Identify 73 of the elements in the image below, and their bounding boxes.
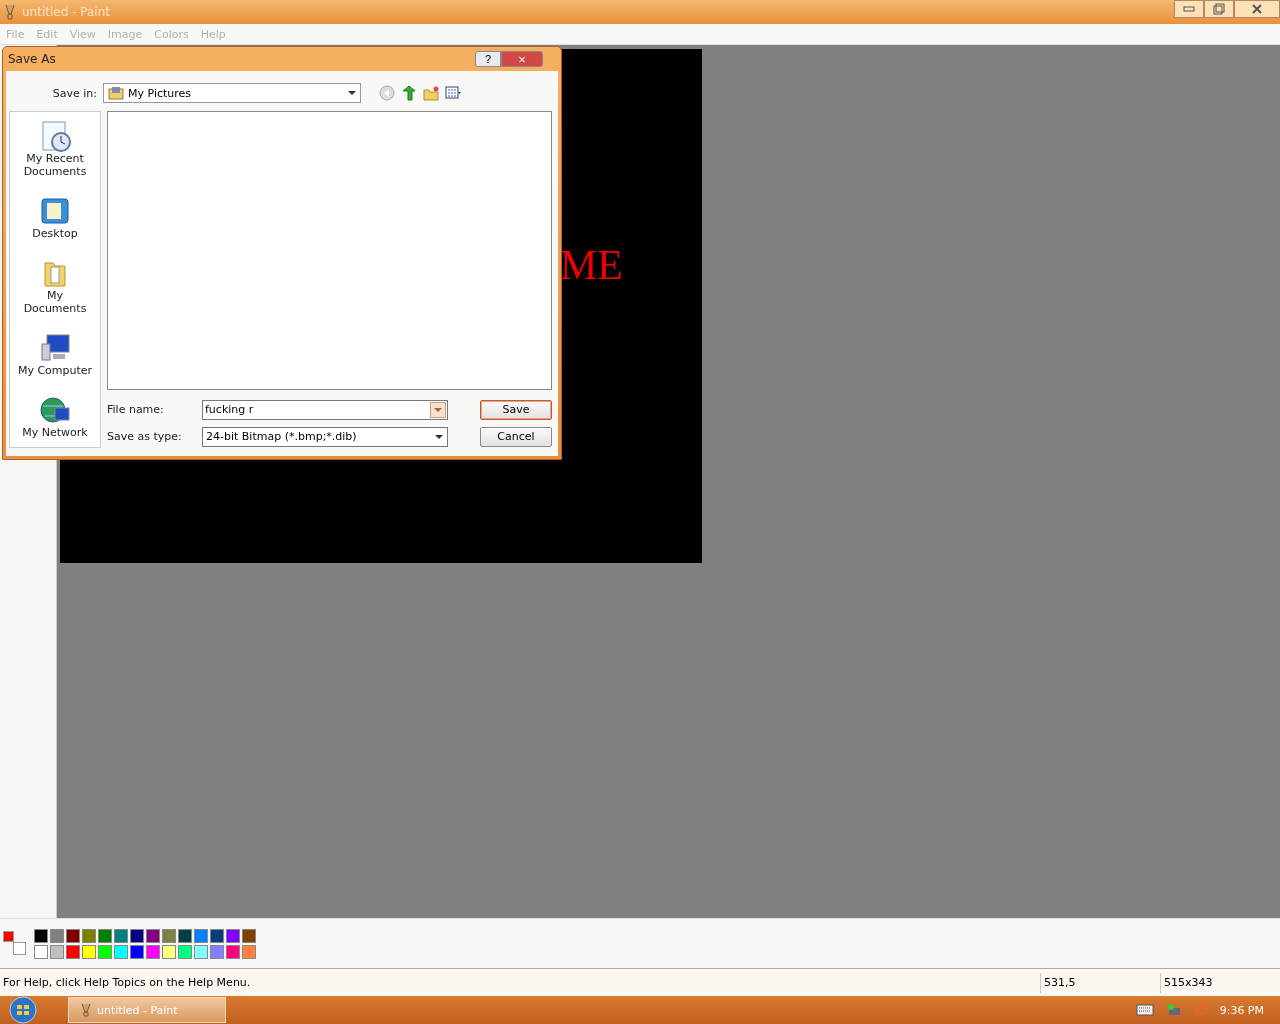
place-label[interactable]: My Documents — [15, 289, 95, 315]
close-icon — [1251, 3, 1263, 15]
save-in-dropdown[interactable]: My Pictures — [103, 83, 361, 103]
network-tray-icon[interactable] — [1165, 1003, 1182, 1017]
image-size: 515x343 — [1163, 976, 1213, 989]
color-swatch[interactable] — [34, 944, 48, 959]
color-swatch[interactable] — [178, 928, 192, 943]
place-label[interactable]: My Network — [22, 425, 88, 439]
window-title: untitled - Paint — [22, 5, 110, 19]
color-swatch[interactable] — [194, 928, 208, 943]
color-swatch[interactable] — [146, 928, 160, 943]
close-button[interactable]: × — [501, 51, 543, 67]
color-swatch[interactable] — [82, 928, 96, 943]
color-swatch[interactable] — [130, 928, 144, 943]
cancel-button[interactable]: Cancel — [480, 426, 552, 447]
taskbar-label: untitled - Paint — [97, 1003, 178, 1017]
clock: 9:36 PM — [1219, 1003, 1264, 1017]
restore-icon — [1213, 3, 1225, 15]
dialog-title: Save As — [8, 52, 56, 66]
color-swatch[interactable] — [66, 928, 80, 943]
field-label: Save as type: — [107, 430, 183, 443]
color-swatch[interactable] — [194, 944, 208, 959]
folder-icon — [108, 86, 124, 100]
color-swatch[interactable] — [210, 928, 224, 943]
file-name-field[interactable]: fucking r — [202, 399, 448, 420]
color-swatch[interactable] — [50, 928, 64, 943]
color-swatch[interactable] — [34, 928, 48, 943]
color-swatch[interactable] — [210, 944, 224, 959]
view-menu-icon[interactable] — [445, 85, 461, 101]
recent-place-icon[interactable] — [39, 120, 71, 153]
paint-brush-icon — [4, 4, 16, 20]
color-swatch[interactable] — [114, 944, 128, 959]
color-swatch[interactable] — [98, 944, 112, 959]
color-swatch[interactable] — [114, 928, 128, 943]
save-in-value: My Pictures — [128, 86, 192, 100]
keyboard-icon[interactable] — [1135, 1004, 1154, 1016]
minimize-button[interactable] — [1174, 0, 1204, 18]
color-swatch[interactable] — [242, 944, 256, 959]
place-label[interactable]: Desktop — [32, 227, 78, 241]
cursor-position: 531,5 — [1043, 976, 1076, 989]
color-swatch[interactable] — [226, 928, 240, 943]
dropdown-arrow-icon — [348, 91, 356, 95]
color-swatch[interactable] — [130, 944, 144, 959]
color-swatch[interactable] — [242, 928, 256, 943]
canvas-text: ME — [560, 244, 623, 286]
restore-button[interactable] — [1204, 0, 1234, 18]
color-swatch[interactable] — [50, 944, 64, 959]
minimize-icon — [1183, 6, 1195, 12]
color-swatch[interactable] — [226, 944, 240, 959]
start-button[interactable] — [8, 996, 38, 1024]
save-button[interactable]: Save — [480, 399, 552, 420]
color-swatch[interactable] — [162, 944, 176, 959]
back-icon[interactable] — [379, 85, 395, 101]
up-folder-icon[interactable] — [401, 85, 417, 101]
new-folder-icon[interactable] — [423, 85, 439, 101]
color-swatch[interactable] — [146, 944, 160, 959]
place-label[interactable]: My Computer — [17, 363, 93, 377]
help-button[interactable]: ? — [475, 51, 501, 67]
paint-brush-icon — [81, 1003, 91, 1017]
caret-icon — [434, 407, 442, 412]
close-button[interactable] — [1234, 0, 1280, 18]
save-as-type-dropdown[interactable]: 24-bit Bitmap (*.bmp;*.dib) — [202, 426, 448, 447]
computer-place-icon[interactable] — [39, 331, 71, 364]
color-swatch[interactable] — [162, 928, 176, 943]
dropdown-arrow-icon — [435, 434, 443, 439]
color-swatch[interactable] — [66, 944, 80, 959]
color-swatch[interactable] — [178, 944, 192, 959]
place-label[interactable]: My Recent Documents — [15, 152, 95, 179]
color-swatch[interactable] — [82, 944, 96, 959]
status-help-text: For Help, click Help Topics on the Help Menu. — [2, 976, 252, 989]
color-swatch[interactable] — [98, 928, 112, 943]
field-label: File name: — [107, 403, 165, 416]
field-label: Save in: — [51, 86, 97, 100]
